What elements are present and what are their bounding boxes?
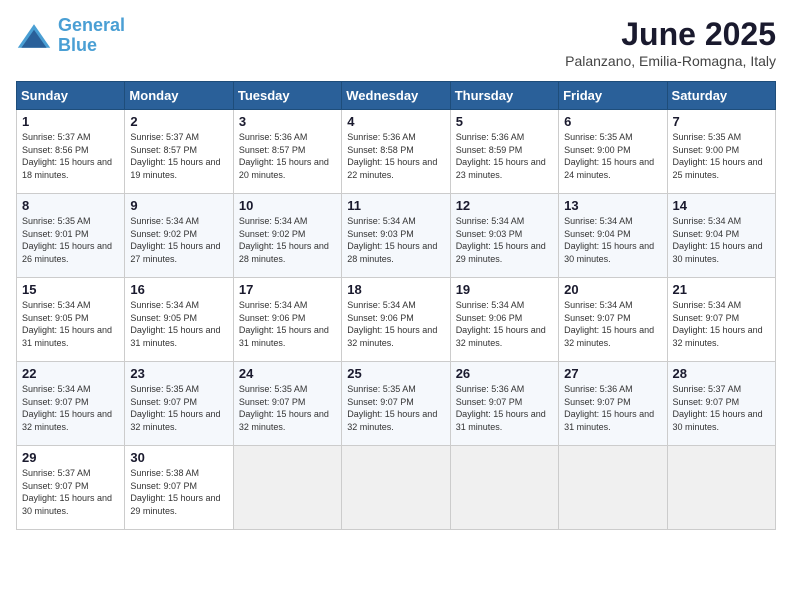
table-row: 2Sunrise: 5:37 AMSunset: 8:57 PMDaylight… [125, 110, 233, 194]
calendar-table: Sunday Monday Tuesday Wednesday Thursday… [16, 81, 776, 530]
table-row: 27Sunrise: 5:36 AMSunset: 9:07 PMDayligh… [559, 362, 667, 446]
table-row: 8Sunrise: 5:35 AMSunset: 9:01 PMDaylight… [17, 194, 125, 278]
table-row: 22Sunrise: 5:34 AMSunset: 9:07 PMDayligh… [17, 362, 125, 446]
table-row: 5Sunrise: 5:36 AMSunset: 8:59 PMDaylight… [450, 110, 558, 194]
table-row: 11Sunrise: 5:34 AMSunset: 9:03 PMDayligh… [342, 194, 450, 278]
table-row [342, 446, 450, 530]
table-row: 9Sunrise: 5:34 AMSunset: 9:02 PMDaylight… [125, 194, 233, 278]
logo: General Blue [16, 16, 125, 56]
header-monday: Monday [125, 82, 233, 110]
header-sunday: Sunday [17, 82, 125, 110]
table-row: 26Sunrise: 5:36 AMSunset: 9:07 PMDayligh… [450, 362, 558, 446]
header-thursday: Thursday [450, 82, 558, 110]
logo-text: General Blue [58, 16, 125, 56]
header-friday: Friday [559, 82, 667, 110]
table-row: 20Sunrise: 5:34 AMSunset: 9:07 PMDayligh… [559, 278, 667, 362]
week-row-2: 8Sunrise: 5:35 AMSunset: 9:01 PMDaylight… [17, 194, 776, 278]
table-row: 1Sunrise: 5:37 AMSunset: 8:56 PMDaylight… [17, 110, 125, 194]
week-row-4: 22Sunrise: 5:34 AMSunset: 9:07 PMDayligh… [17, 362, 776, 446]
table-row: 29Sunrise: 5:37 AMSunset: 9:07 PMDayligh… [17, 446, 125, 530]
page-header: General Blue June 2025 Palanzano, Emilia… [16, 16, 776, 69]
table-row: 17Sunrise: 5:34 AMSunset: 9:06 PMDayligh… [233, 278, 341, 362]
week-row-5: 29Sunrise: 5:37 AMSunset: 9:07 PMDayligh… [17, 446, 776, 530]
logo-icon [16, 22, 52, 50]
table-row: 25Sunrise: 5:35 AMSunset: 9:07 PMDayligh… [342, 362, 450, 446]
week-row-1: 1Sunrise: 5:37 AMSunset: 8:56 PMDaylight… [17, 110, 776, 194]
header-row: Sunday Monday Tuesday Wednesday Thursday… [17, 82, 776, 110]
calendar-title: June 2025 [565, 16, 776, 53]
table-row: 6Sunrise: 5:35 AMSunset: 9:00 PMDaylight… [559, 110, 667, 194]
table-row: 3Sunrise: 5:36 AMSunset: 8:57 PMDaylight… [233, 110, 341, 194]
table-row: 15Sunrise: 5:34 AMSunset: 9:05 PMDayligh… [17, 278, 125, 362]
table-row: 28Sunrise: 5:37 AMSunset: 9:07 PMDayligh… [667, 362, 775, 446]
table-row [450, 446, 558, 530]
table-row: 16Sunrise: 5:34 AMSunset: 9:05 PMDayligh… [125, 278, 233, 362]
table-row: 24Sunrise: 5:35 AMSunset: 9:07 PMDayligh… [233, 362, 341, 446]
table-row: 19Sunrise: 5:34 AMSunset: 9:06 PMDayligh… [450, 278, 558, 362]
title-block: June 2025 Palanzano, Emilia-Romagna, Ita… [565, 16, 776, 69]
table-row: 10Sunrise: 5:34 AMSunset: 9:02 PMDayligh… [233, 194, 341, 278]
table-row: 30Sunrise: 5:38 AMSunset: 9:07 PMDayligh… [125, 446, 233, 530]
table-row: 7Sunrise: 5:35 AMSunset: 9:00 PMDaylight… [667, 110, 775, 194]
table-row [233, 446, 341, 530]
table-row: 14Sunrise: 5:34 AMSunset: 9:04 PMDayligh… [667, 194, 775, 278]
table-row: 13Sunrise: 5:34 AMSunset: 9:04 PMDayligh… [559, 194, 667, 278]
table-row: 21Sunrise: 5:34 AMSunset: 9:07 PMDayligh… [667, 278, 775, 362]
table-row: 18Sunrise: 5:34 AMSunset: 9:06 PMDayligh… [342, 278, 450, 362]
table-row: 23Sunrise: 5:35 AMSunset: 9:07 PMDayligh… [125, 362, 233, 446]
header-tuesday: Tuesday [233, 82, 341, 110]
week-row-3: 15Sunrise: 5:34 AMSunset: 9:05 PMDayligh… [17, 278, 776, 362]
table-row: 4Sunrise: 5:36 AMSunset: 8:58 PMDaylight… [342, 110, 450, 194]
header-wednesday: Wednesday [342, 82, 450, 110]
header-saturday: Saturday [667, 82, 775, 110]
calendar-subtitle: Palanzano, Emilia-Romagna, Italy [565, 53, 776, 69]
table-row: 12Sunrise: 5:34 AMSunset: 9:03 PMDayligh… [450, 194, 558, 278]
table-row [559, 446, 667, 530]
table-row [667, 446, 775, 530]
